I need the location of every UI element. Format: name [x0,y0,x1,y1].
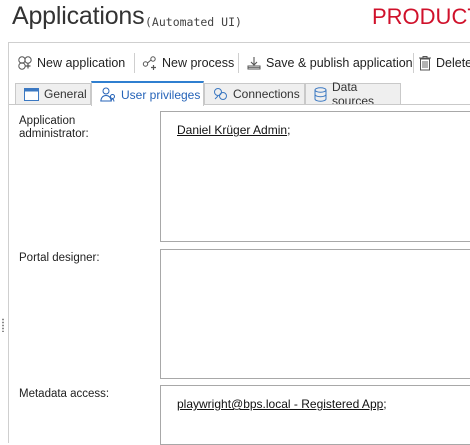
page-header: Applications (Automated UI) PRODUCT [0,0,470,40]
toolbar-divider [413,53,414,73]
value-separator: ; [383,397,387,411]
app-admin-user-link[interactable]: Daniel Krüger Admin [177,123,287,137]
new-process-icon [142,56,156,70]
portal-designer-field[interactable] [160,249,470,379]
tab-connections[interactable]: Connections [204,83,305,104]
metadata-access-user-link[interactable]: playwright@bps.local - Registered App [177,397,383,411]
tab-user-privileges-label: User privileges [121,87,201,102]
tab-user-privileges[interactable]: User privileges [91,81,204,106]
new-application-button[interactable]: New application [17,53,125,73]
new-process-label: New process [162,56,235,70]
new-application-icon [18,56,32,70]
delete-label: Delete [436,56,470,70]
trash-icon [419,56,431,71]
page-title: Applications [12,2,145,30]
metadata-access-field[interactable]: playwright@bps.local - Registered App; [160,385,470,445]
tab-general-label: General [44,87,87,101]
window-icon [24,87,39,101]
page-subtitle: (Automated UI) [145,15,242,29]
portal-designer-label: Portal designer: [19,252,100,264]
toolbar: New application New process Save & publi… [9,45,470,79]
splitter-handle[interactable] [2,318,4,332]
app-admin-field[interactable]: Daniel Krüger Admin; [160,111,470,242]
save-publish-icon [247,57,261,70]
database-icon [314,86,327,102]
value-separator: ; [287,123,291,137]
tab-general[interactable]: General [15,83,91,104]
save-publish-label: Save & publish application [266,56,413,70]
tab-divider [9,104,470,105]
app-admin-value: Daniel Krüger Admin; [177,123,290,137]
toolbar-divider [238,53,239,73]
save-publish-button[interactable]: Save & publish application [246,53,413,73]
new-process-button[interactable]: New process [142,53,234,73]
delete-button[interactable]: Delete [418,53,470,73]
metadata-access-label: Metadata access: [19,388,110,400]
new-application-label: New application [37,56,126,70]
metadata-access-value: playwright@bps.local - Registered App; [177,397,387,411]
tab-bar: General User privileges Connections Data… [9,80,470,108]
environment-label: PRODUCT [372,4,470,29]
tab-connections-label: Connections [233,87,300,101]
app-admin-label: Application administrator: [19,115,89,140]
toolbar-divider [134,53,135,73]
users-icon [100,87,115,102]
tab-data-sources[interactable]: Data sources [305,80,401,108]
connections-icon [214,88,227,100]
